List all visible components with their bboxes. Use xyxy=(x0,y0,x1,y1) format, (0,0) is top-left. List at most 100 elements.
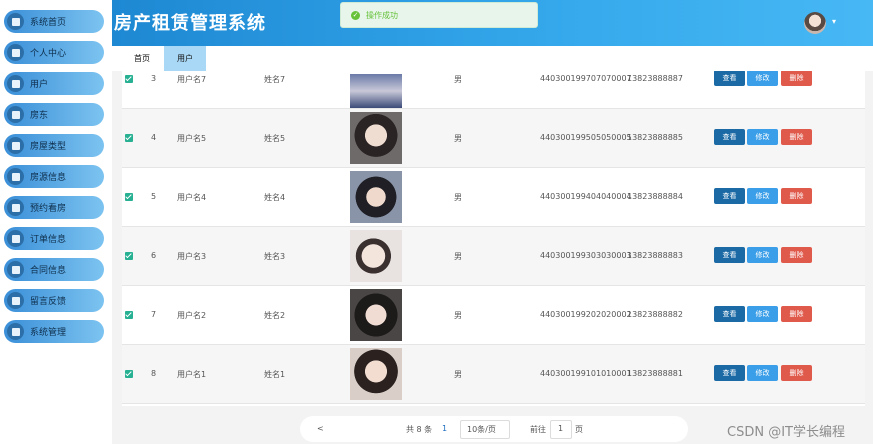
sidebar-item-label: 留言反馈 xyxy=(30,297,67,307)
delete-button[interactable]: 删除 xyxy=(781,306,812,322)
view-button[interactable]: 查看 xyxy=(714,247,745,263)
row-username: 用户名1 xyxy=(177,370,207,379)
row-index: 7 xyxy=(151,310,157,319)
row-phone: 13823888883 xyxy=(627,251,683,260)
edit-button[interactable]: 修改 xyxy=(747,247,778,263)
row-checkbox[interactable] xyxy=(125,311,133,319)
tab-user[interactable]: 用户 xyxy=(164,46,206,71)
page-unit: 页 xyxy=(575,425,583,434)
row-photo xyxy=(350,74,402,108)
sidebar-item[interactable]: 预约看房 xyxy=(4,196,104,219)
sidebar-item-label: 系统首页 xyxy=(30,18,67,28)
sidebar-item[interactable]: 留言反馈 xyxy=(4,289,104,312)
total-count: 共 8 条 xyxy=(406,425,433,434)
row-index: 8 xyxy=(151,369,157,378)
row-gender: 男 xyxy=(454,193,462,202)
sidebar-item-label: 订单信息 xyxy=(30,235,67,245)
sidebar-item[interactable]: 系统管理 xyxy=(4,320,104,343)
row-phone: 13823888881 xyxy=(627,369,683,378)
success-toast: ✓ 操作成功 xyxy=(340,2,538,28)
edit-button[interactable]: 修改 xyxy=(747,365,778,381)
sidebar-item[interactable]: 订单信息 xyxy=(4,227,104,250)
sidebar-item[interactable]: 房源信息 xyxy=(4,165,104,188)
message-icon xyxy=(7,292,24,309)
sidebar-item[interactable]: 房屋类型 xyxy=(4,134,104,157)
tab-bar: 首页 用户 xyxy=(112,46,873,71)
table-row: 8 用户名1 姓名1 男 440300199101010001 13823888881 查看… xyxy=(122,345,865,404)
row-index: 4 xyxy=(151,133,157,142)
row-phone: 13823888882 xyxy=(627,310,683,319)
table-row: 3 用户名7 姓名7 男 440300199707070007 13823888887 查看… xyxy=(122,71,865,109)
pagination: < 共 8 条 1 10条/页 前往 1 页 xyxy=(300,416,688,442)
tab-home[interactable]: 首页 xyxy=(122,46,162,71)
row-photo xyxy=(350,289,402,341)
prev-page-button[interactable]: < xyxy=(317,424,324,433)
row-id-number: 440300199202020002 xyxy=(540,310,632,319)
delete-button[interactable]: 删除 xyxy=(781,365,812,381)
row-checkbox[interactable] xyxy=(125,370,133,378)
table-row: 4 用户名5 姓名5 男 440300199505050005 13823888885 查看… xyxy=(122,109,865,168)
delete-button[interactable]: 删除 xyxy=(781,129,812,145)
row-name: 姓名2 xyxy=(264,311,286,320)
page-size-value: 10条/页 xyxy=(467,425,496,434)
row-index: 6 xyxy=(151,251,157,260)
edit-button[interactable]: 修改 xyxy=(747,71,778,86)
delete-button[interactable]: 删除 xyxy=(781,71,812,86)
row-checkbox[interactable] xyxy=(125,252,133,260)
row-id-number: 440300199707070007 xyxy=(540,74,632,83)
row-id-number: 440300199101010001 xyxy=(540,369,632,378)
goto-page-input[interactable]: 1 xyxy=(550,420,572,439)
grid-icon xyxy=(7,137,24,154)
view-button[interactable]: 查看 xyxy=(714,188,745,204)
row-gender: 男 xyxy=(454,75,462,84)
sidebar-item-label: 房源信息 xyxy=(30,173,67,183)
sidebar-item-label: 预约看房 xyxy=(30,204,67,214)
row-gender: 男 xyxy=(454,370,462,379)
user-avatar[interactable] xyxy=(804,12,826,34)
row-photo xyxy=(350,230,402,282)
list-icon xyxy=(7,106,24,123)
edit-button[interactable]: 修改 xyxy=(747,188,778,204)
row-phone: 13823888887 xyxy=(627,74,683,83)
order-icon xyxy=(7,230,24,247)
row-name: 姓名5 xyxy=(264,134,286,143)
id-card-icon xyxy=(7,44,24,61)
row-id-number: 440300199303030003 xyxy=(540,251,632,260)
toast-message: 操作成功 xyxy=(366,10,398,20)
row-username: 用户名7 xyxy=(177,75,207,84)
view-button[interactable]: 查看 xyxy=(714,365,745,381)
building-icon xyxy=(7,168,24,185)
settings-icon xyxy=(7,323,24,340)
edit-button[interactable]: 修改 xyxy=(747,306,778,322)
current-page[interactable]: 1 xyxy=(442,424,447,433)
view-button[interactable]: 查看 xyxy=(714,129,745,145)
delete-button[interactable]: 删除 xyxy=(781,188,812,204)
view-button[interactable]: 查看 xyxy=(714,71,745,86)
row-username: 用户名5 xyxy=(177,134,207,143)
table-row: 6 用户名3 姓名3 男 440300199303030003 13823888883 查看… xyxy=(122,227,865,286)
row-username: 用户名4 xyxy=(177,193,207,202)
page-size-select[interactable]: 10条/页 xyxy=(460,420,510,439)
row-name: 姓名7 xyxy=(264,75,286,84)
user-icon xyxy=(7,75,24,92)
sidebar-item[interactable]: 个人中心 xyxy=(4,41,104,64)
row-checkbox[interactable] xyxy=(125,134,133,142)
edit-button[interactable]: 修改 xyxy=(747,129,778,145)
row-gender: 男 xyxy=(454,252,462,261)
sidebar-item[interactable]: 合同信息 xyxy=(4,258,104,281)
row-index: 5 xyxy=(151,192,157,201)
view-button[interactable]: 查看 xyxy=(714,306,745,322)
sidebar-item-label: 系统管理 xyxy=(30,328,67,338)
delete-button[interactable]: 删除 xyxy=(781,247,812,263)
sidebar-item[interactable]: 用户 xyxy=(4,72,104,95)
sidebar-item[interactable]: 房东 xyxy=(4,103,104,126)
row-gender: 男 xyxy=(454,134,462,143)
check-circle-icon: ✓ xyxy=(351,10,360,20)
caret-down-icon[interactable]: ▾ xyxy=(832,17,836,26)
sidebar-item-label: 个人中心 xyxy=(30,49,67,59)
sidebar-item-label: 用户 xyxy=(30,80,49,90)
row-phone: 13823888884 xyxy=(627,192,683,201)
row-checkbox[interactable] xyxy=(125,193,133,201)
sidebar-item[interactable]: 系统首页 xyxy=(4,10,104,33)
row-checkbox[interactable] xyxy=(125,75,133,83)
